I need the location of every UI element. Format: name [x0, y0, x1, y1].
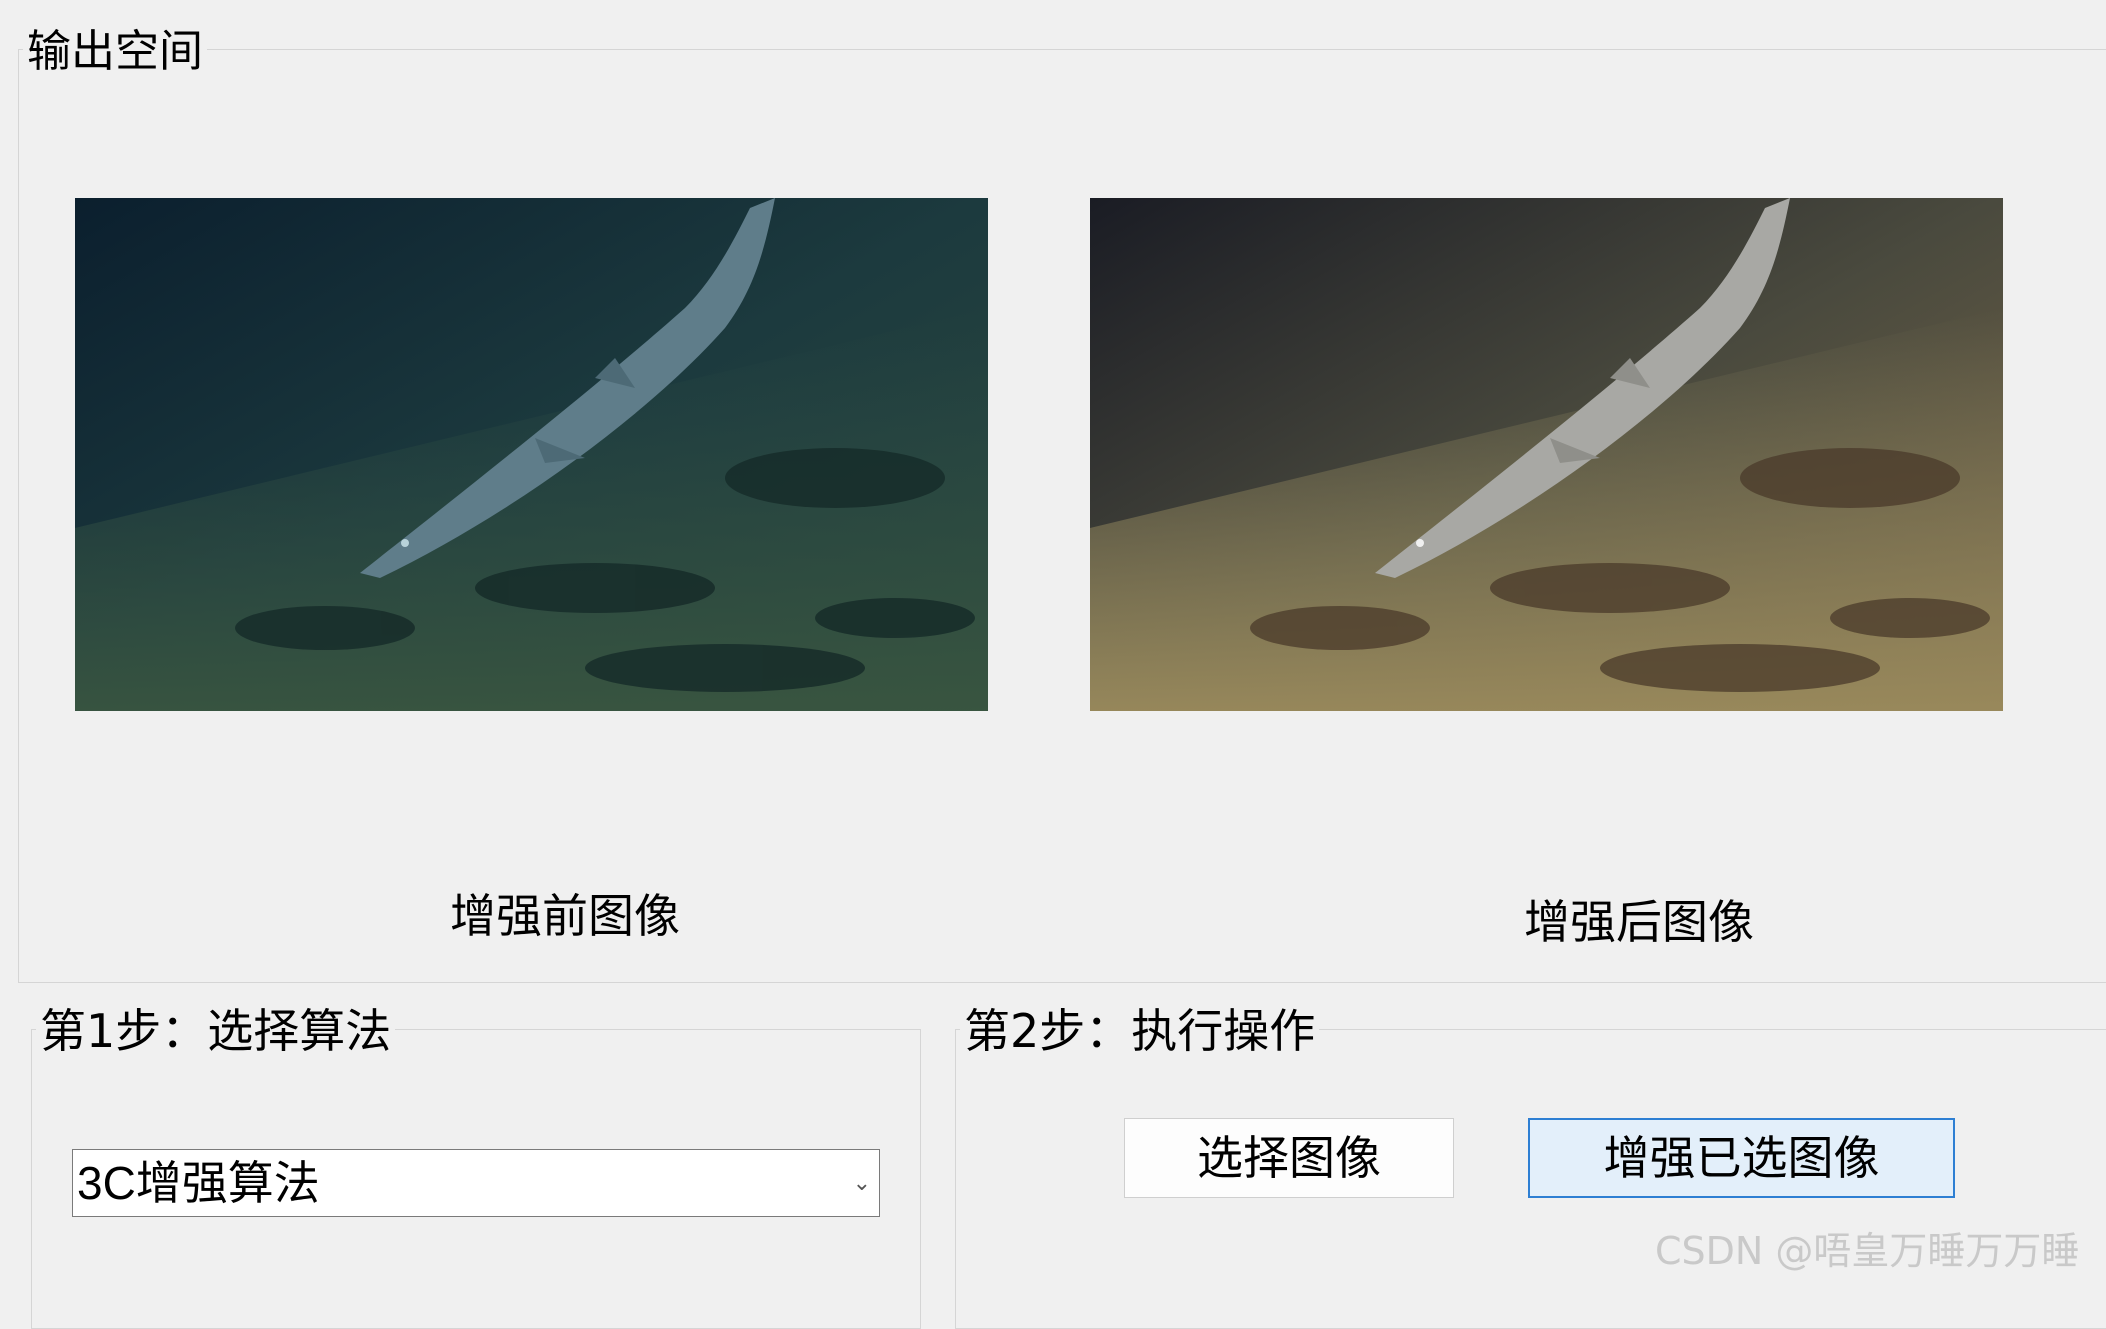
output-groupbox-title: 输出空间	[23, 30, 207, 74]
after-image-caption: 增强后图像	[1524, 895, 1754, 949]
algorithm-select-value: 3C增强算法	[77, 1157, 320, 1209]
step2-groupbox-title: 第2步：执行操作	[960, 1008, 1320, 1054]
after-image	[1090, 198, 2003, 711]
chevron-down-icon[interactable]: ⌄	[853, 1150, 871, 1216]
before-image	[75, 198, 988, 711]
enhance-selected-image-button[interactable]: 增强已选图像	[1528, 1118, 1955, 1198]
before-image-caption: 增强前图像	[450, 889, 680, 943]
watermark: CSDN @唔皇万睡万万睡	[1655, 1229, 2080, 1273]
select-image-button[interactable]: 选择图像	[1124, 1118, 1454, 1198]
algorithm-select[interactable]: 3C增强算法 ⌄	[72, 1149, 880, 1217]
step1-groupbox-title: 第1步：选择算法	[36, 1008, 396, 1054]
